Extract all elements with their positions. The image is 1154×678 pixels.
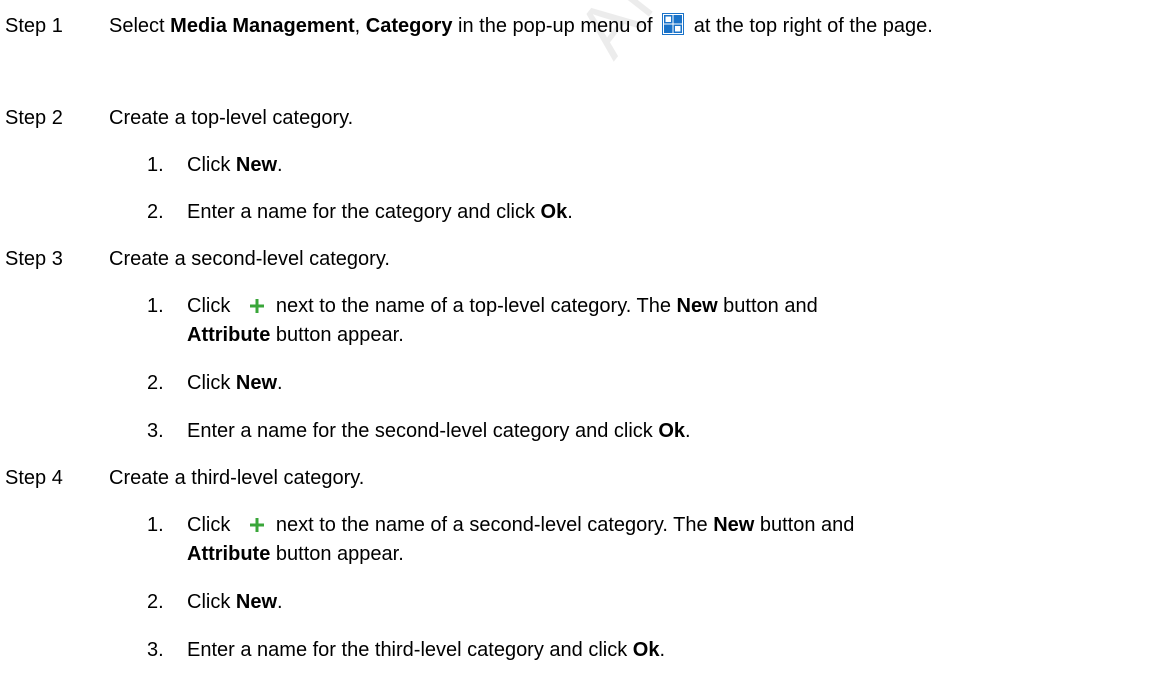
substep-number: 1. [147,154,164,176]
step-2: Step 2 Create a top-level category. [5,104,1145,133]
step-1: Step 1 Select Media Management, Category… [5,12,1145,41]
step-text: Create a third-level category. [109,467,365,489]
substep: 3. Enter a name for the third-level cate… [147,636,1137,665]
text-run: button appear. [270,324,404,346]
bold-term: New [676,295,718,317]
substep-text: Click New. [187,588,1137,617]
text-run: Select [109,15,171,37]
text-run: button and [754,514,855,536]
substep-number: 2. [147,372,164,394]
text-run: . [659,639,666,661]
substep: 2. Enter a name for the category and cli… [147,198,1137,227]
grid-icon [662,13,685,35]
step-label: Step 3 [5,248,63,270]
text-run: Click [187,591,236,613]
bold-term: New [235,154,278,176]
substep: 1. Click next to the name of a top-level… [147,292,1137,350]
text-run: . [277,591,283,613]
substep: 2. Click New. [147,369,1137,398]
text-run: Click [187,154,236,176]
bold-term: New [235,372,278,394]
substep-text: Enter a name for the third-level categor… [187,636,1137,665]
bold-term: Category [365,15,453,37]
step-label: Step 1 [5,15,63,37]
text-run: at the top right of the page. [688,15,933,37]
text-run: , [354,15,366,37]
text-run: button appear. [270,543,404,565]
substep: 1. Click New. [147,151,1137,180]
text-run: next to the name of a top-level category… [275,295,677,317]
substep-number: 1. [147,295,164,317]
text-run: . [567,201,573,223]
step-label: Step 2 [5,107,63,129]
substep-text: Click New. [187,151,1137,180]
substep-text: Enter a name for the second-level catego… [187,417,1137,446]
substep-number: 3. [147,639,164,661]
substep: 2. Click New. [147,588,1137,617]
plus-icon [249,293,264,313]
bold-term: Ok [658,420,686,442]
text-run: Enter a name for the second-level catego… [187,420,659,442]
substep-number: 2. [147,201,164,223]
step-3: Step 3 Create a second-level category. [5,245,1145,274]
text-run: . [277,372,283,394]
step-text: Create a second-level category. [109,248,390,270]
text-run: next to the name of a second-level categ… [275,514,714,536]
bold-term: Media Management [170,15,355,37]
text-run: . [685,420,691,442]
substep-number: 2. [147,591,164,613]
step-label: Step 4 [5,467,63,489]
plus-icon [249,512,264,532]
substep-text: Click next to the name of a top-level ca… [187,292,1137,350]
substep-number: 1. [147,514,164,536]
substep-text: Click next to the name of a second-level… [187,511,1137,569]
bold-term: New [713,514,755,536]
text-run: Click [187,372,236,394]
bold-term: Ok [632,639,660,661]
substep-text: Click New. [187,369,1137,398]
text-run: button and [717,295,818,317]
substep: 3. Enter a name for the second-level cat… [147,417,1137,446]
text-run: in the pop-up menu of [452,15,659,37]
text-run: Enter a name for the category and click [187,201,541,223]
bold-term: Ok [540,201,568,223]
text-run: Click [187,514,236,536]
step-text: Create a top-level category. [109,107,354,129]
step-text: Select Media Management, Category in the… [109,12,1145,41]
substep-text: Enter a name for the category and click … [187,198,1137,227]
bold-term: New [235,591,278,613]
substep: 1. Click next to the name of a second-le… [147,511,1137,569]
substep-number: 3. [147,420,164,442]
text-run: Click [187,295,236,317]
bold-term: Attribute [187,324,271,346]
text-run: Enter a name for the third-level categor… [187,639,633,661]
step-4: Step 4 Create a third-level category. [5,464,1145,493]
bold-term: Attribute [187,543,271,565]
text-run: . [277,154,283,176]
